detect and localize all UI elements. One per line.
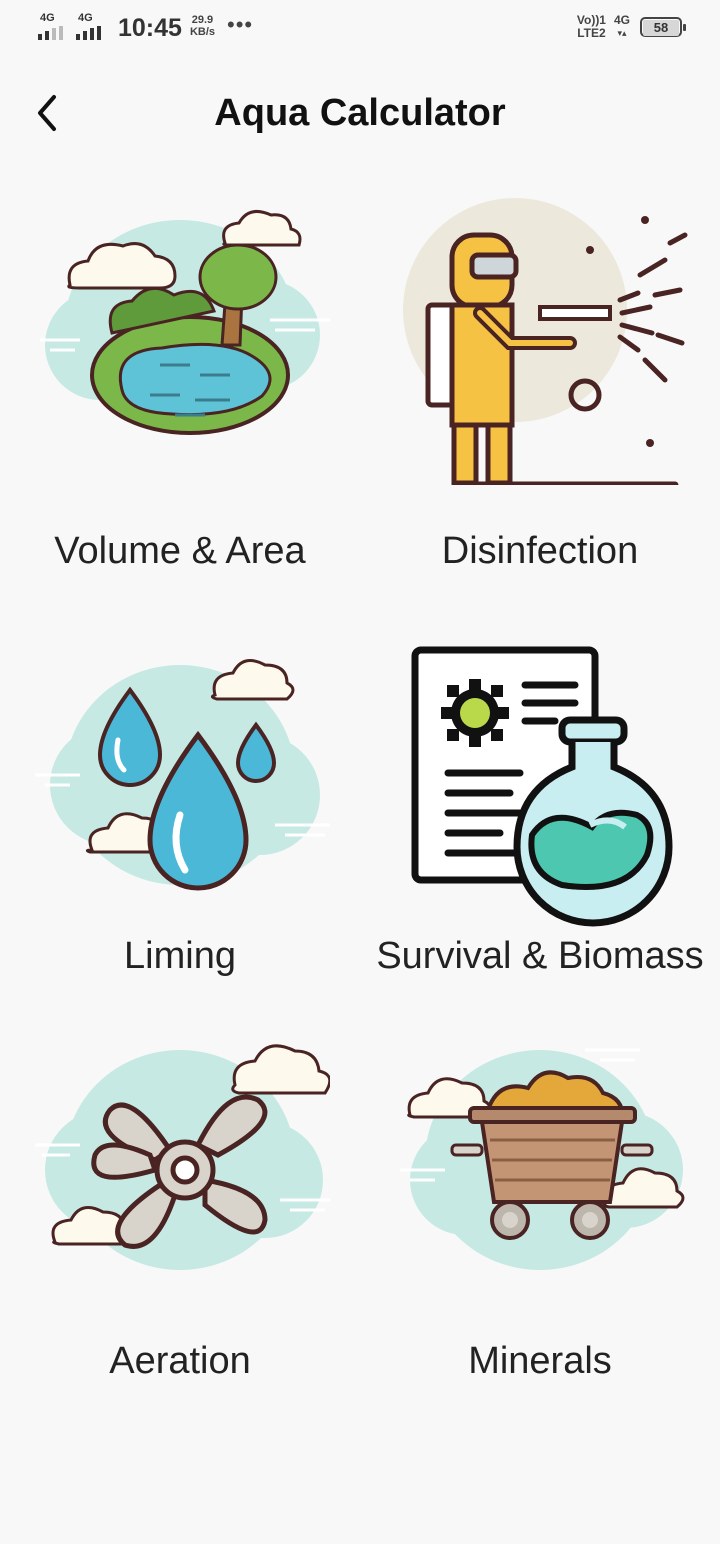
tile-label: Minerals [468, 1340, 612, 1382]
signal-strength-sim1-icon: 4G [38, 12, 72, 40]
volte-label-2: LTE2 [577, 26, 606, 40]
network-type-right-label: 4G [613, 13, 630, 27]
network-type-sim1: 4G [40, 12, 55, 24]
tile-survival-biomass[interactable]: Survival & Biomass [360, 645, 720, 1045]
lab-report-flask-icon [411, 646, 673, 927]
page-title: Aqua Calculator [214, 92, 506, 134]
tile-label: Disinfection [441, 530, 639, 572]
tile-label: Aeration [109, 1340, 251, 1382]
tile-disinfection[interactable]: Disinfection [360, 185, 720, 585]
water-drops-icon [35, 659, 330, 891]
tile-label: Volume & Area [54, 530, 306, 572]
app-bar: Aqua Calculator [0, 76, 720, 152]
tile-label: Liming [124, 935, 236, 977]
data-arrows-icon: ▾▴ [617, 28, 627, 38]
network-speed: 29.9 KB/s [190, 14, 215, 38]
fan-icon [35, 1044, 330, 1270]
status-bar: 4G 4G 10:45 29.9 KB/s ••• Vo))1 LTE2 4G … [0, 0, 720, 56]
more-notifications-icon: ••• [227, 12, 254, 37]
status-time: 10:45 [118, 14, 182, 42]
network-speed-value: 29.9 [191, 14, 214, 26]
network-speed-unit: KB/s [189, 26, 216, 38]
signal-strength-sim2-icon: 4G [76, 12, 110, 40]
network-type-right: 4G ▾▴ [614, 14, 630, 40]
battery-level: 58 [643, 20, 679, 36]
tile-minerals[interactable]: Minerals [360, 1030, 720, 1430]
network-type-sim2: 4G [78, 12, 93, 24]
volte-indicator: Vo))1 LTE2 [577, 14, 606, 40]
battery-icon: 58 [640, 17, 686, 37]
tile-aeration[interactable]: Aeration [0, 1030, 360, 1430]
tile-volume-area[interactable]: Volume & Area [0, 185, 360, 585]
mine-cart-icon [400, 1048, 685, 1270]
pond-icon [40, 209, 330, 435]
tile-liming[interactable]: Liming [0, 645, 360, 1045]
tile-label: Survival & Biomass [376, 935, 704, 977]
spraying-worker-icon [403, 198, 688, 485]
